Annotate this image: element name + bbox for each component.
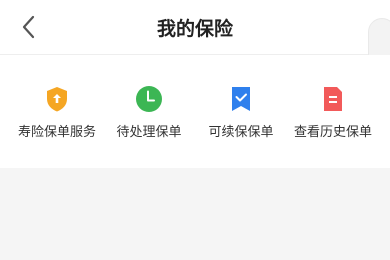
service-label: 寿险保单服务: [17, 125, 96, 140]
header-bar: 我的保险: [0, 0, 390, 55]
screen: 我的保险 寿险保单服务 待处理保单 可续保保单 查看历史保单: [0, 0, 390, 260]
service-renewable-policy[interactable]: 可续保保单: [192, 85, 290, 140]
shield-icon: [47, 87, 67, 112]
service-pending-policy[interactable]: 待处理保单: [100, 85, 198, 140]
service-grid: 寿险保单服务 待处理保单 可续保保单 查看历史保单: [0, 55, 390, 168]
service-label: 待处理保单: [116, 125, 182, 140]
clock-icon: [136, 86, 162, 112]
service-label: 查看历史保单: [293, 125, 372, 140]
service-label: 可续保保单: [208, 125, 274, 140]
page-title: 我的保险: [156, 17, 233, 40]
bookmark-check-icon: [232, 87, 250, 111]
service-life-policy[interactable]: 寿险保单服务: [8, 85, 106, 140]
document-icon: [324, 87, 342, 111]
service-history-policy[interactable]: 查看历史保单: [284, 85, 382, 140]
